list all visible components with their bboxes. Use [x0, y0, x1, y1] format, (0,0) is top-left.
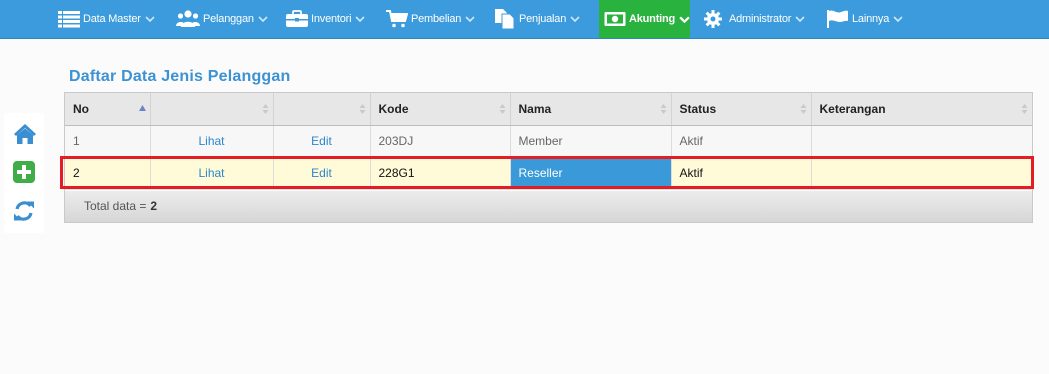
cell-status: Aktif: [671, 157, 812, 190]
nav-label: Penjualan: [519, 13, 567, 25]
document-icon: [494, 9, 516, 29]
data-table: No Kode Nama Status Keterangan 1 Lihat E…: [64, 92, 1033, 223]
sort-icon: [262, 104, 268, 114]
table-row-selected[interactable]: 2 Lihat Edit 228G1 Reseller Aktif: [65, 157, 1032, 190]
list-icon: [58, 10, 80, 28]
sort-icon: [499, 104, 505, 114]
column-header-edit[interactable]: [273, 93, 371, 126]
cell-no: 1: [65, 125, 151, 158]
table-row[interactable]: 1 Lihat Edit 203DJ Member Aktif: [65, 125, 1032, 158]
nav-label: Lainnya: [852, 13, 890, 25]
chevron-down-icon: [795, 16, 805, 22]
column-header-nama[interactable]: Nama: [510, 93, 672, 126]
cell-nama: Member: [510, 125, 672, 158]
nav-label: Inventori: [311, 13, 352, 25]
nav-label: Administrator: [729, 13, 792, 25]
nav-akunting[interactable]: Akunting: [599, 0, 690, 38]
nav-label: Akunting: [629, 13, 676, 25]
chevron-down-icon: [258, 16, 268, 22]
nav-inventori[interactable]: Inventori: [286, 0, 365, 38]
nav-penjualan[interactable]: Penjualan: [494, 0, 580, 38]
add-icon: [13, 161, 35, 187]
users-icon: [176, 10, 200, 28]
nav-label: Pelanggan: [203, 13, 254, 25]
column-header-no[interactable]: No: [65, 93, 151, 126]
side-toolbar: [4, 113, 44, 233]
cell-nama: Reseller: [510, 157, 672, 190]
chevron-down-icon: [145, 16, 155, 22]
cell-no: 2: [65, 157, 151, 190]
home-button[interactable]: [13, 123, 37, 147]
cell-keterangan: [811, 157, 1032, 190]
refresh-button[interactable]: [13, 200, 37, 224]
nav-pembelian[interactable]: Pembelian: [386, 0, 475, 38]
top-navbar: Data Master Pelanggan Inventori Pembelia…: [0, 0, 1049, 39]
column-header-kode[interactable]: Kode: [370, 93, 511, 126]
column-header-status[interactable]: Status: [671, 93, 812, 126]
add-button[interactable]: [13, 161, 37, 185]
table-footer: Total data = 2: [65, 191, 1032, 222]
cart-icon: [386, 10, 408, 28]
nav-label: Data Master: [83, 13, 141, 25]
sort-icon: [660, 104, 666, 114]
gear-icon: [704, 10, 722, 28]
chevron-down-icon: [465, 16, 475, 22]
nav-lainnya[interactable]: Lainnya: [827, 0, 903, 38]
cell-status: Aktif: [671, 125, 812, 158]
nav-pelanggan[interactable]: Pelanggan: [176, 0, 268, 38]
sort-icon: [800, 104, 806, 114]
view-link[interactable]: Lihat: [150, 157, 274, 190]
nav-data-master[interactable]: Data Master: [58, 0, 155, 38]
sort-icon: [359, 104, 365, 114]
edit-link[interactable]: Edit: [273, 157, 371, 190]
total-value: 2: [150, 199, 158, 213]
flag-icon: [827, 10, 849, 28]
refresh-icon: [13, 201, 35, 226]
table-header-row: No Kode Nama Status Keterangan: [65, 93, 1032, 126]
sort-icon: [1021, 104, 1028, 114]
home-icon: [13, 124, 37, 149]
view-link[interactable]: Lihat: [150, 125, 274, 158]
chevron-down-icon: [355, 16, 365, 22]
sort-asc-icon: [138, 105, 146, 111]
cell-kode: 203DJ: [370, 125, 511, 158]
chevron-down-icon: [679, 16, 690, 23]
column-header-keterangan[interactable]: Keterangan: [811, 93, 1032, 126]
money-icon: [604, 11, 626, 27]
page-title: Daftar Data Jenis Pelanggan: [69, 68, 291, 85]
chevron-down-icon: [570, 16, 580, 22]
column-header-view[interactable]: [150, 93, 274, 126]
edit-link[interactable]: Edit: [273, 125, 371, 158]
total-label: Total data =: [84, 199, 147, 213]
nav-administrator[interactable]: Administrator: [704, 0, 805, 38]
briefcase-icon: [286, 10, 308, 28]
nav-label: Pembelian: [411, 13, 462, 25]
chevron-down-icon: [893, 16, 903, 22]
cell-keterangan: [811, 125, 1032, 158]
cell-kode: 228G1: [370, 157, 511, 190]
